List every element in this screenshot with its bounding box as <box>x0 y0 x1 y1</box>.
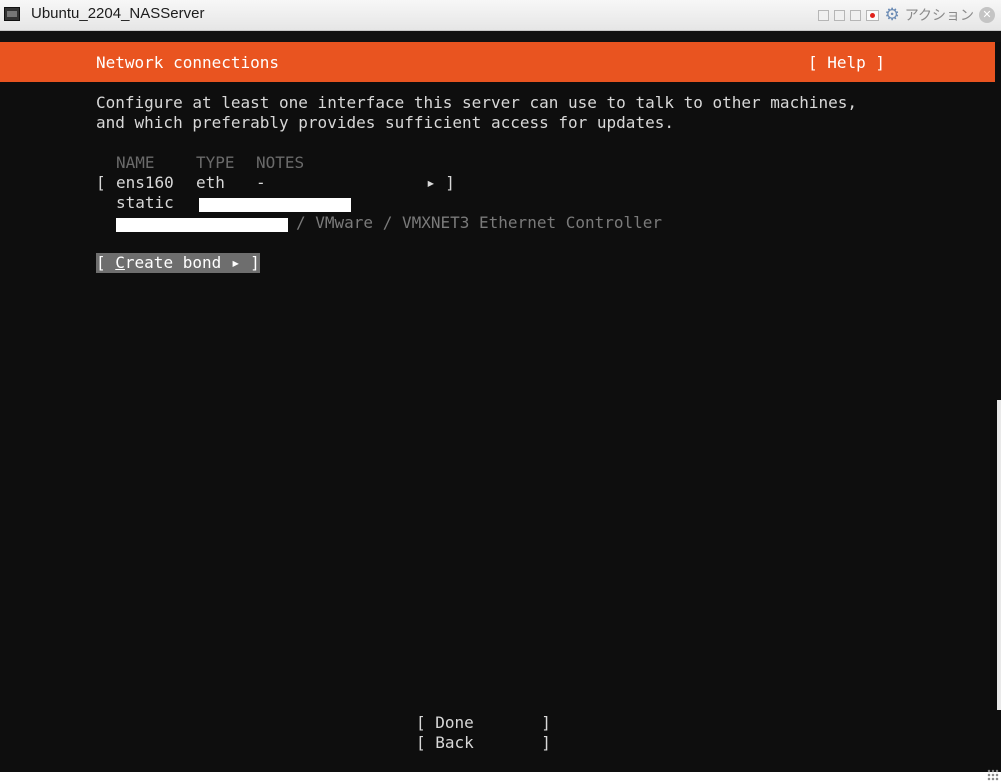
window-bottom-edge <box>0 772 1001 783</box>
titlebar-controls: ⚙ アクション ✕ <box>818 5 995 25</box>
installer-header: Network connections [ Help ] <box>0 42 1001 82</box>
create-bond-label: reate bond ▸ ] <box>124 253 260 272</box>
interface-notes: - <box>256 173 266 192</box>
column-header-name: NAME <box>116 153 155 172</box>
interface-method: static <box>116 193 174 212</box>
interface-menu-arrow[interactable]: ▸ ] <box>426 173 455 193</box>
create-bond-button[interactable]: [ Create bond ▸ ] <box>96 253 260 273</box>
done-button[interactable]: [ Done ] <box>416 713 551 733</box>
redacted-ip-address <box>199 198 351 212</box>
record-icon[interactable] <box>866 9 880 21</box>
vm-console-window: Ubuntu_2204_NASServer ⚙ アクション ✕ Network … <box>0 0 1001 783</box>
page-description: Configure at least one interface this se… <box>96 93 857 133</box>
row-bracket-open: [ <box>96 173 106 192</box>
restore-icon[interactable] <box>834 9 846 21</box>
fullscreen-icon[interactable] <box>850 9 862 21</box>
redacted-mac-address <box>116 218 288 232</box>
column-header-notes: NOTES <box>256 153 305 172</box>
gear-icon[interactable]: ⚙ <box>884 5 899 25</box>
close-icon[interactable]: ✕ <box>979 7 995 23</box>
back-button[interactable]: [ Back ] <box>416 733 551 753</box>
fit-window-icon[interactable] <box>818 9 830 21</box>
description-line-1: Configure at least one interface this se… <box>96 93 857 112</box>
interface-name: ens160 <box>116 173 174 192</box>
resize-grip-icon[interactable] <box>987 769 999 781</box>
interface-type: eth <box>196 173 225 192</box>
description-line-2: and which preferably provides sufficient… <box>96 113 674 132</box>
window-title: Ubuntu_2204_NASServer <box>31 5 205 22</box>
action-menu[interactable]: アクション <box>905 5 974 25</box>
page-title: Network connections <box>96 53 280 72</box>
host-window-edge <box>997 400 1001 710</box>
help-button[interactable]: [ Help ] <box>808 53 885 73</box>
console-app-icon <box>4 7 20 21</box>
window-titlebar: Ubuntu_2204_NASServer ⚙ アクション ✕ <box>0 0 1001 31</box>
console-top-border <box>0 31 1001 42</box>
column-header-type: TYPE <box>196 153 235 172</box>
interface-device-info: / VMware / VMXNET3 Ethernet Controller <box>296 213 663 232</box>
create-bond-prefix: [ <box>96 253 116 272</box>
create-bond-hotkey: C <box>115 253 125 272</box>
